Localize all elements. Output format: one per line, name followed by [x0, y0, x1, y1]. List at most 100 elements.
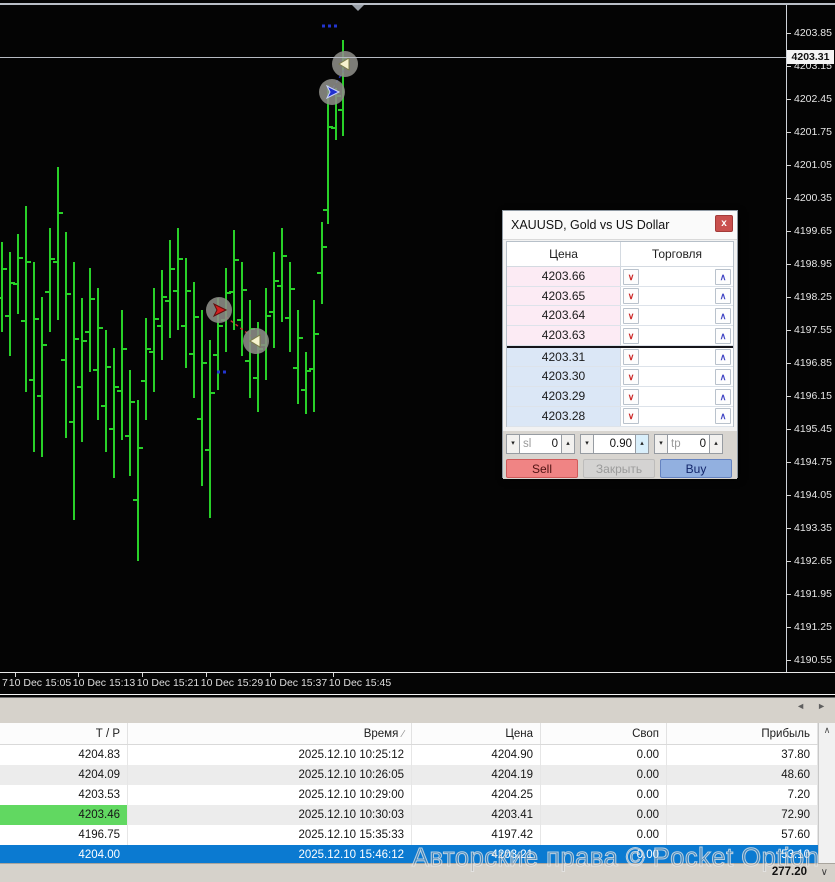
- table-cell: 2025.12.10 10:25:12: [128, 745, 412, 765]
- table-row[interactable]: 4203.532025.12.10 10:29:004204.250.007.2…: [0, 785, 818, 805]
- trade-panel-title: XAUUSD, Gold vs US Dollar: [511, 218, 669, 232]
- buy-button[interactable]: Buy: [660, 459, 732, 478]
- order-book-row: 4203.29∨∧: [507, 387, 733, 407]
- sl-label: sl: [523, 438, 531, 450]
- price-axis-tick: [786, 594, 791, 595]
- price-axis-tick: [786, 297, 791, 298]
- buy-chevron-button[interactable]: ∧: [715, 269, 731, 285]
- table-row[interactable]: 4196.752025.12.10 15:35:334197.420.0057.…: [0, 825, 818, 845]
- ohlc-bar: [301, 352, 311, 414]
- price-axis-tick: [786, 363, 791, 364]
- arrow-blue-marker-icon[interactable]: [319, 79, 345, 105]
- ohlc-bar: [141, 318, 151, 420]
- table-header-price[interactable]: Цена: [412, 723, 541, 744]
- order-book-trade-cell: ∨∧: [621, 348, 733, 367]
- close-position-button[interactable]: Закрыть: [583, 459, 655, 478]
- sort-ascending-icon: ∕: [398, 729, 404, 740]
- chart-scroll-marker-icon[interactable]: [352, 5, 364, 11]
- trade-panel-title-bar[interactable]: XAUUSD, Gold vs US Dollar x: [503, 211, 737, 240]
- sl-decrease-button[interactable]: ▾: [506, 434, 520, 454]
- sell-chevron-button[interactable]: ∨: [623, 269, 639, 285]
- sell-chevron-button[interactable]: ∨: [623, 288, 639, 304]
- buy-chevron-button[interactable]: ∧: [715, 389, 731, 405]
- current-price-label: 4203.31: [787, 50, 834, 64]
- buy-chevron-button[interactable]: ∧: [715, 369, 731, 385]
- table-row[interactable]: 4204.832025.12.10 10:25:124204.900.0037.…: [0, 745, 818, 765]
- sell-chevron-button[interactable]: ∨: [623, 328, 639, 344]
- order-book-trade-cell: ∨∧: [621, 267, 733, 286]
- scroll-down-icon[interactable]: ∨: [821, 867, 828, 878]
- table-row[interactable]: 4204.002025.12.10 15:46:124203.210.0053.…: [0, 845, 818, 865]
- table-cell: 4203.46: [0, 805, 128, 825]
- buy-chevron-button[interactable]: ∧: [715, 349, 731, 365]
- price-axis-label: 4194.75: [794, 456, 832, 468]
- ohlc-bar: [323, 85, 333, 224]
- table-vertical-scrollbar[interactable]: ∧: [818, 723, 835, 863]
- table-header-tp[interactable]: Т / Р: [0, 723, 128, 744]
- time-axis-bottom-border: [0, 694, 835, 695]
- table-header-swap[interactable]: Своп: [541, 723, 667, 744]
- tp-increase-button[interactable]: ▴: [709, 434, 723, 454]
- buy-chevron-button[interactable]: ∧: [715, 408, 731, 424]
- ohlc-bar: [0, 242, 7, 332]
- price-axis[interactable]: 4203.854203.154202.454201.754201.054200.…: [786, 0, 835, 672]
- table-cell: 2025.12.10 10:30:03: [128, 805, 412, 825]
- ohlc-bar: [205, 340, 215, 518]
- table-cell: 72.90: [667, 805, 818, 825]
- scroll-right-icon[interactable]: ►: [817, 701, 826, 711]
- sell-chevron-button[interactable]: ∨: [623, 408, 639, 424]
- time-axis[interactable]: 710 Dec 15:0510 Dec 15:1310 Dec 15:2110 …: [0, 672, 835, 697]
- order-book-price: 4203.28: [507, 407, 621, 426]
- triangle-left-marker-icon[interactable]: [332, 51, 358, 77]
- arrow-red-marker-icon[interactable]: [206, 297, 232, 323]
- price-axis-label: 4190.55: [794, 654, 832, 666]
- price-column-header: Цена: [507, 242, 621, 266]
- table-row[interactable]: 4204.092025.12.10 10:26:054204.190.0048.…: [0, 765, 818, 785]
- table-header-time[interactable]: Время∕: [128, 723, 412, 744]
- tp-label: tp: [671, 438, 681, 450]
- price-axis-tick: [786, 528, 791, 529]
- buy-chevron-button[interactable]: ∧: [715, 308, 731, 324]
- table-row[interactable]: 4203.462025.12.10 10:30:034203.410.0072.…: [0, 805, 818, 825]
- table-header-profit[interactable]: Прибыль: [667, 723, 818, 744]
- order-book-row: 4203.31∨∧: [507, 348, 733, 368]
- order-book-trade-cell: ∨∧: [621, 387, 733, 406]
- sl-input[interactable]: sl 0: [520, 434, 561, 454]
- sell-chevron-button[interactable]: ∨: [623, 389, 639, 405]
- buy-chevron-button[interactable]: ∧: [715, 328, 731, 344]
- price-axis-tick: [786, 495, 791, 496]
- volume-input[interactable]: 0.90: [594, 434, 635, 454]
- table-footer: 277.20 ∨: [0, 863, 835, 882]
- price-axis-tick: [786, 99, 791, 100]
- price-axis-label: 4200.35: [794, 192, 832, 204]
- scroll-up-icon[interactable]: ∧: [819, 725, 835, 736]
- price-axis-tick: [786, 330, 791, 331]
- tp-decrease-button[interactable]: ▾: [654, 434, 668, 454]
- table-cell: 0.00: [541, 745, 667, 765]
- close-icon[interactable]: x: [715, 215, 733, 232]
- table-cell: 7.20: [667, 785, 818, 805]
- ohlc-bar: [37, 297, 47, 457]
- volume-decrease-button[interactable]: ▾: [580, 434, 594, 454]
- tp-value: 0: [681, 438, 706, 450]
- triangle-left-marker-icon[interactable]: [243, 328, 269, 354]
- profit-total: 277.20: [772, 866, 807, 878]
- sell-chevron-button[interactable]: ∨: [623, 369, 639, 385]
- order-book-trade-cell: ∨∧: [621, 367, 733, 386]
- table-cell: 4204.83: [0, 745, 128, 765]
- scroll-left-icon[interactable]: ◄: [796, 701, 805, 711]
- buy-chevron-button[interactable]: ∧: [715, 288, 731, 304]
- sell-chevron-button[interactable]: ∨: [623, 308, 639, 324]
- sell-chevron-button[interactable]: ∨: [623, 349, 639, 365]
- price-axis-tick: [786, 660, 791, 661]
- sell-button[interactable]: Sell: [506, 459, 578, 478]
- price-axis-tick: [786, 231, 791, 232]
- price-axis-label: 4191.25: [794, 621, 832, 633]
- table-cell: 2025.12.10 15:46:12: [128, 845, 412, 865]
- ohlc-bar: [45, 228, 55, 332]
- take-profit-spinner: ▾ tp 0 ▴: [654, 434, 723, 454]
- sl-increase-button[interactable]: ▴: [561, 434, 575, 454]
- tp-input[interactable]: tp 0: [668, 434, 709, 454]
- volume-increase-button[interactable]: ▴: [635, 434, 649, 454]
- table-cell: 4197.42: [412, 825, 541, 845]
